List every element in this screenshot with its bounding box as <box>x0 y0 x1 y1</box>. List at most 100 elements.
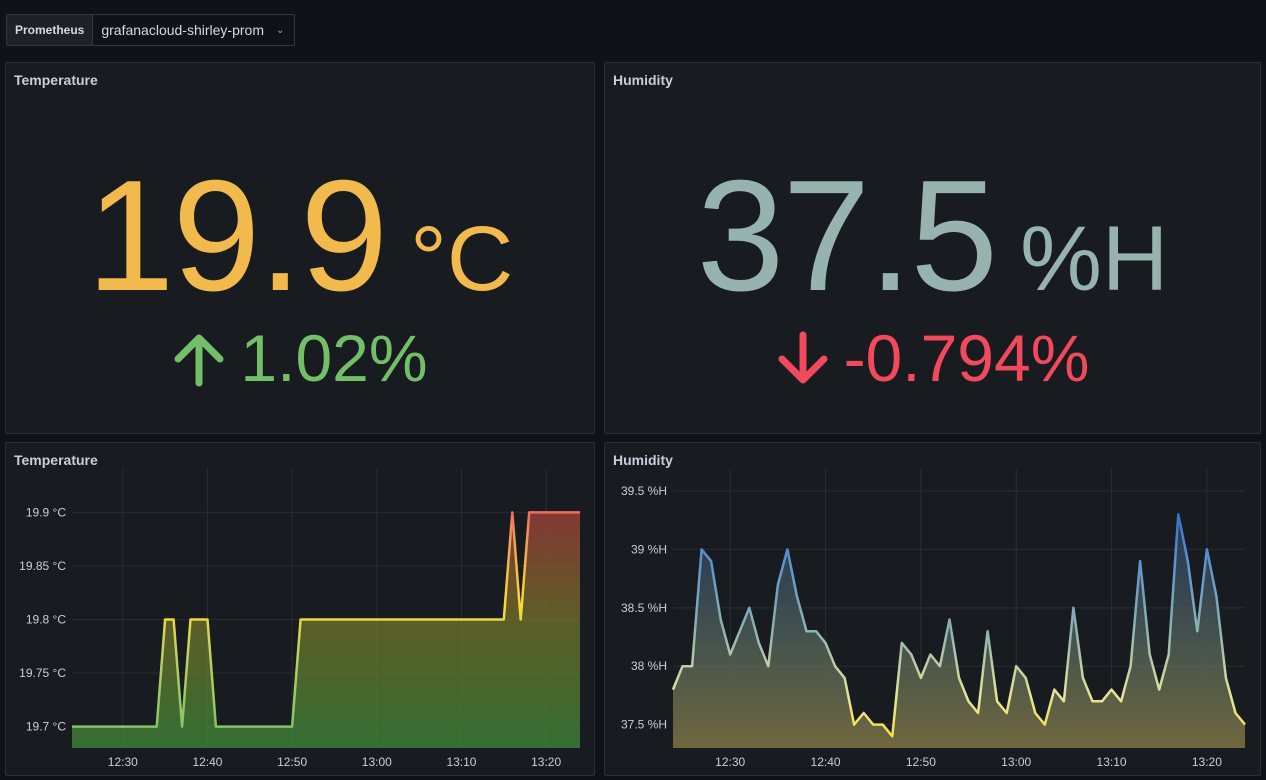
humidity-chart[interactable]: 37.5 %H 38 %H 38.5 %H 39 %H 39.5 %H 12:30 12:4… <box>605 443 1260 775</box>
x-tick-label: 13:00 <box>1001 755 1031 769</box>
datasource-picker[interactable]: Prometheus grafanacloud-shirley-prom ⌄ <box>6 14 296 46</box>
y-tick-label: 19.7 °C <box>26 720 66 734</box>
data-point <box>910 653 913 656</box>
data-point <box>511 511 514 514</box>
data-point <box>105 725 108 728</box>
data-point <box>418 618 421 621</box>
data-point <box>901 642 904 645</box>
data-point <box>853 723 856 726</box>
data-point <box>164 618 167 621</box>
data-point <box>815 630 818 633</box>
y-tick-label: 39.5 %H <box>621 484 667 498</box>
data-point <box>88 725 91 728</box>
data-point <box>786 548 789 551</box>
datasource-select[interactable]: grafanacloud-shirley-prom ⌄ <box>93 15 295 45</box>
temperature-stat-panel[interactable]: Temperature 19.9 °C 1.02% <box>5 62 595 434</box>
data-point <box>986 630 989 633</box>
series-area <box>72 512 580 748</box>
x-tick-label: 12:40 <box>192 755 222 769</box>
stat-unit: °C <box>410 208 514 310</box>
data-point <box>1148 653 1151 656</box>
data-point <box>1053 688 1056 691</box>
data-point <box>130 725 133 728</box>
data-point <box>299 618 302 621</box>
data-point <box>948 618 951 621</box>
data-point <box>579 511 582 514</box>
data-point <box>700 548 703 551</box>
data-point <box>738 630 741 633</box>
humidity-timeseries-panel[interactable]: Humidity 37.5 %H 38 %H 38.5 %H 39 %H 39.5 %H… <box>604 442 1261 776</box>
data-point <box>519 618 522 621</box>
data-point <box>1139 560 1142 563</box>
panel-title: Humidity <box>613 72 673 88</box>
data-point <box>282 725 285 728</box>
y-tick-label: 19.85 °C <box>19 559 66 573</box>
data-point <box>1063 700 1066 703</box>
data-point <box>1225 677 1228 680</box>
data-point <box>486 618 489 621</box>
data-point <box>494 618 497 621</box>
data-point <box>891 735 894 738</box>
datasource-value: grafanacloud-shirley-prom <box>101 22 264 38</box>
data-point <box>96 725 99 728</box>
data-point <box>359 618 362 621</box>
temperature-chart[interactable]: 19.7 °C 19.75 °C 19.8 °C 19.85 °C 19.9 °C 12:… <box>6 443 594 775</box>
data-point <box>435 618 438 621</box>
data-point <box>376 618 379 621</box>
data-point <box>265 725 268 728</box>
data-point <box>1187 560 1190 563</box>
data-point <box>1206 548 1209 551</box>
data-point <box>562 511 565 514</box>
data-point <box>409 618 412 621</box>
data-point <box>967 700 970 703</box>
data-point <box>1167 653 1170 656</box>
data-point <box>443 618 446 621</box>
data-point <box>477 618 480 621</box>
data-point <box>1177 513 1180 516</box>
data-point <box>767 665 770 668</box>
x-tick-label: 13:10 <box>1097 755 1127 769</box>
data-point <box>1044 723 1047 726</box>
data-point <box>824 642 827 645</box>
data-point <box>503 618 506 621</box>
chevron-down-icon: ⌄ <box>276 24 285 36</box>
stat-value-number: 37.5 <box>696 148 999 324</box>
data-point <box>122 725 125 728</box>
data-point <box>350 618 353 621</box>
data-point <box>805 630 808 633</box>
humidity-stat-panel[interactable]: Humidity 37.5 %H -0.794% <box>604 62 1261 434</box>
stat-unit: %H <box>1020 208 1169 310</box>
data-point <box>710 560 713 563</box>
data-point <box>1234 712 1237 715</box>
data-point <box>215 725 218 728</box>
data-point <box>1196 630 1199 633</box>
data-point <box>249 725 252 728</box>
data-point <box>758 642 761 645</box>
data-point <box>232 725 235 728</box>
data-point <box>325 618 328 621</box>
data-point <box>777 583 780 586</box>
data-point <box>977 712 980 715</box>
data-point <box>1024 677 1027 680</box>
data-point <box>189 618 192 621</box>
data-point <box>553 511 556 514</box>
data-point <box>570 511 573 514</box>
data-point <box>996 700 999 703</box>
data-point <box>367 618 370 621</box>
data-point <box>342 618 345 621</box>
x-tick-label: 13:20 <box>1192 755 1222 769</box>
y-tick-label: 19.8 °C <box>26 613 66 627</box>
data-point <box>681 665 684 668</box>
x-tick-label: 12:50 <box>277 755 307 769</box>
x-tick-label: 12:50 <box>906 755 936 769</box>
temperature-timeseries-panel[interactable]: Temperature 19.7 °C 19.75 °C 19.8 °C 19.85 … <box>5 442 595 776</box>
data-point <box>308 618 311 621</box>
y-tick-label: 19.75 °C <box>19 666 66 680</box>
delta-value: 1.02% <box>240 321 428 395</box>
data-point <box>843 677 846 680</box>
data-point <box>1129 665 1132 668</box>
humidity-stat-delta: -0.794% <box>605 325 1260 391</box>
data-point <box>920 677 923 680</box>
data-point <box>392 618 395 621</box>
data-point <box>528 511 531 514</box>
